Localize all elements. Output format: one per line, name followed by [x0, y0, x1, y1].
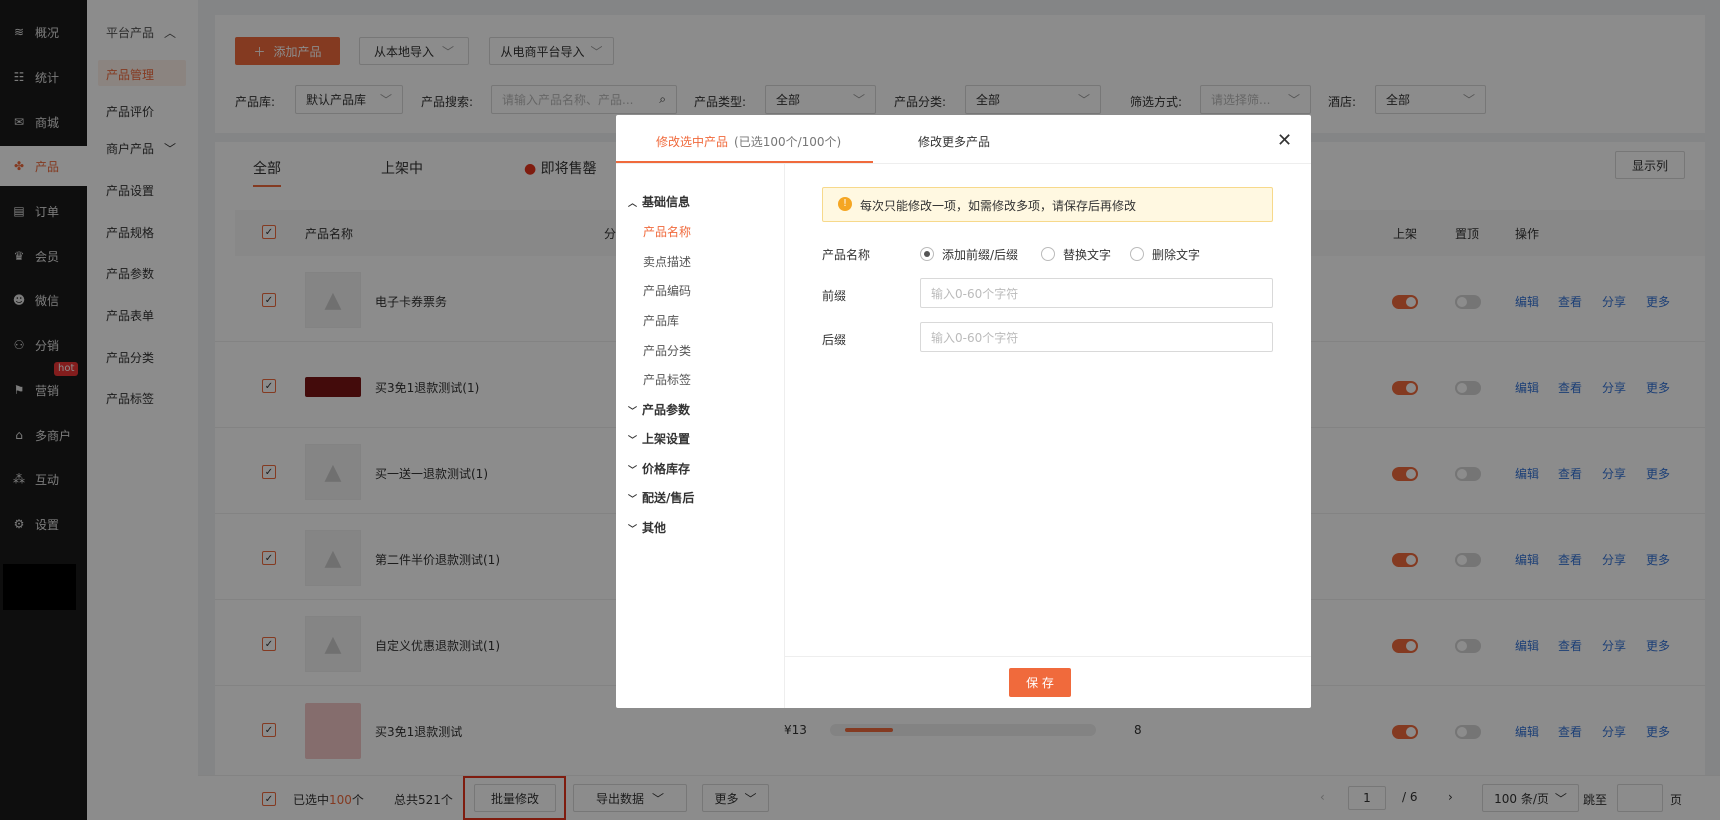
- tree-item-product-name[interactable]: 产品名称: [643, 223, 691, 240]
- tree-group-other[interactable]: ﹀ 其他: [628, 519, 666, 536]
- footer-divider: [785, 656, 1311, 657]
- prefix-label: 前缀: [822, 289, 847, 303]
- chevron-down-icon: ﹀: [628, 407, 638, 417]
- radio-add-prefix-suffix[interactable]: [920, 247, 934, 261]
- tree-item-product-code[interactable]: 产品编码: [643, 282, 691, 299]
- chevron-up-icon: ︿: [628, 199, 638, 209]
- chevron-down-icon: ﹀: [628, 436, 638, 446]
- tree-group-params[interactable]: ﹀ 产品参数: [628, 401, 690, 418]
- tree-item-selling-point[interactable]: 卖点描述: [643, 253, 691, 270]
- save-button[interactable]: 保 存: [1009, 668, 1071, 697]
- tab-modify-more[interactable]: 修改更多产品: [918, 133, 990, 150]
- chevron-down-icon: ﹀: [628, 525, 638, 535]
- tree-group-price-stock[interactable]: ﹀ 价格库存: [628, 460, 690, 477]
- radio-label-add[interactable]: 添加前缀/后缀: [942, 246, 1018, 263]
- tab-modify-selected[interactable]: 修改选中产品 (已选100个/100个): [656, 133, 841, 150]
- radio-replace-text[interactable]: [1041, 247, 1055, 261]
- chevron-down-icon: ﹀: [628, 466, 638, 476]
- radio-delete-text[interactable]: [1130, 247, 1144, 261]
- tree-basic-info[interactable]: ︿ 基础信息: [628, 193, 690, 210]
- field-label-product-name: 产品名称: [822, 248, 871, 262]
- tree-group-delivery[interactable]: ﹀ 配送/售后: [628, 489, 694, 506]
- tree-divider: [784, 164, 785, 708]
- batch-edit-modal: 修改选中产品 (已选100个/100个) 修改更多产品 ✕ ︿ 基础信息 产品名称 …: [616, 115, 1311, 708]
- tree-item-product-lib[interactable]: 产品库: [643, 312, 679, 329]
- suffix-input[interactable]: 输入0-60个字符: [920, 322, 1273, 352]
- prefix-input[interactable]: 输入0-60个字符: [920, 278, 1273, 308]
- tree-group-listing[interactable]: ﹀ 上架设置: [628, 430, 690, 447]
- suffix-label: 后缀: [822, 333, 847, 347]
- tree-item-product-category[interactable]: 产品分类: [643, 342, 691, 359]
- close-icon[interactable]: ✕: [1277, 130, 1292, 151]
- notice-text: 每次只能修改一项，如需修改多项，请保存后再修改: [860, 199, 1137, 213]
- tree-item-product-tag[interactable]: 产品标签: [643, 371, 691, 388]
- radio-label-delete[interactable]: 删除文字: [1152, 246, 1200, 263]
- modal-divider: [616, 163, 1311, 164]
- chevron-down-icon: ﹀: [628, 495, 638, 505]
- radio-label-replace[interactable]: 替换文字: [1063, 246, 1111, 263]
- info-icon: !: [838, 197, 852, 211]
